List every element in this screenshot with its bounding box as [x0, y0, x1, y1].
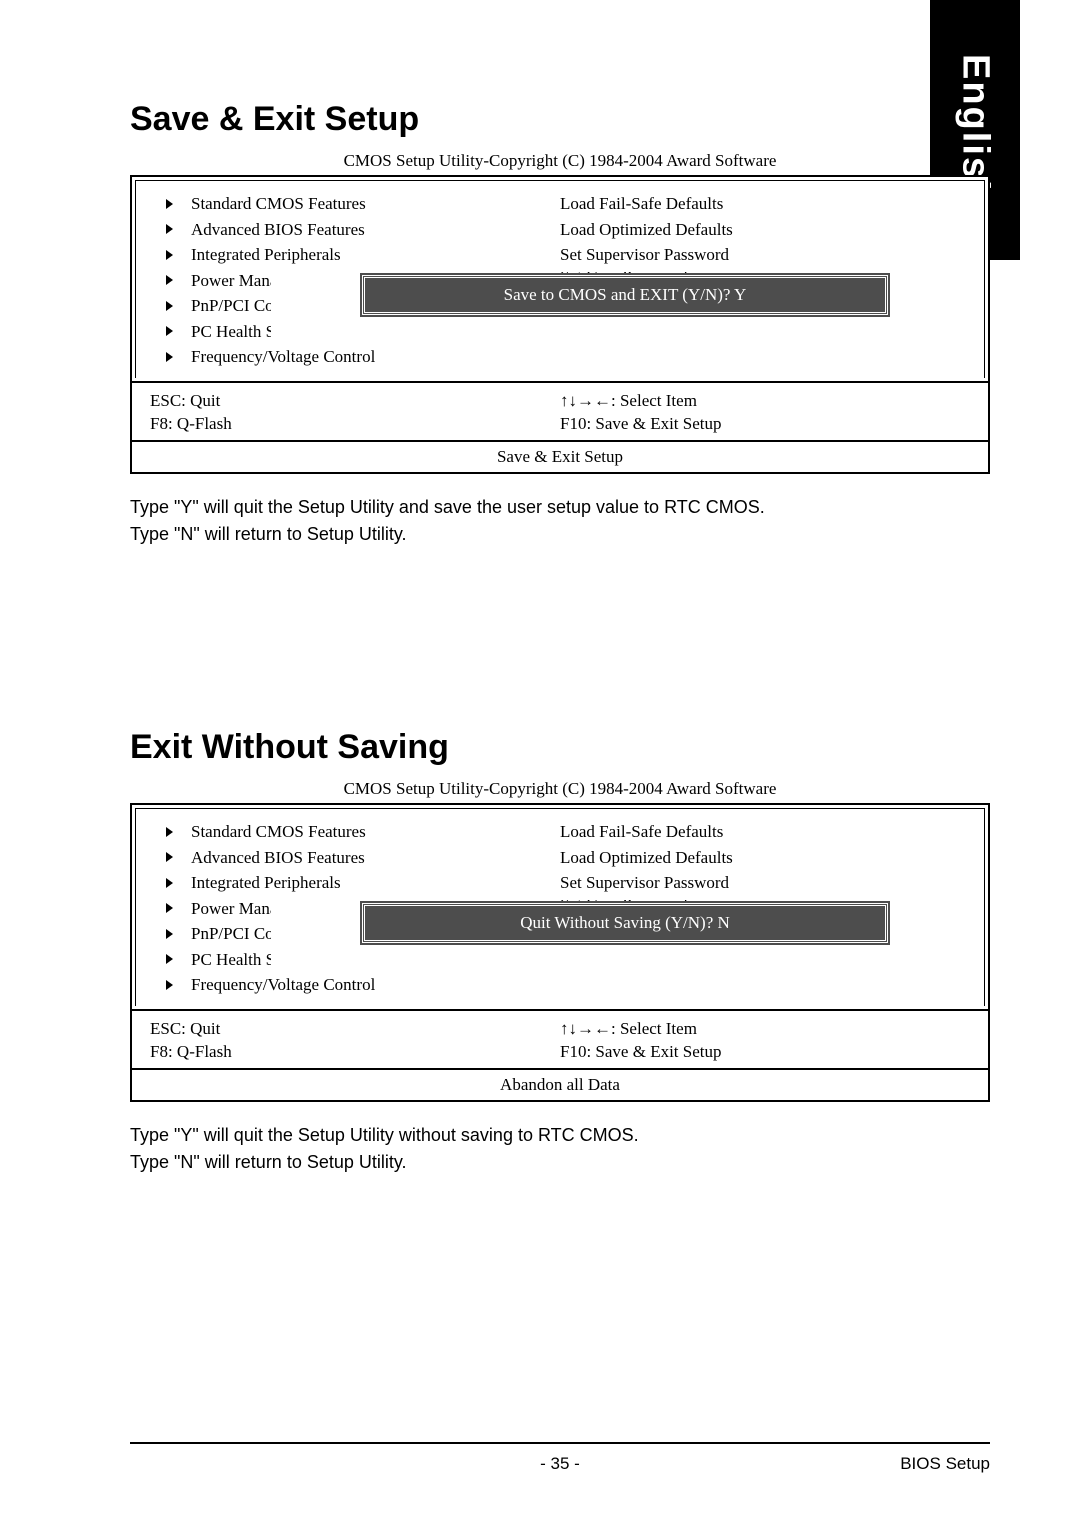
hint-esc: ESC: Quit [150, 1017, 560, 1041]
save-confirm-popup[interactable]: Save to CMOS and EXIT (Y/N)? Y [362, 275, 888, 315]
menu-item[interactable]: Frequency/Voltage Control [154, 972, 560, 998]
menu-item[interactable]: Set Supervisor Password [560, 870, 966, 896]
menu-label: Load Optimized Defaults [560, 845, 733, 871]
hint-esc: ESC: Quit [150, 389, 560, 413]
arrow-icon [166, 878, 173, 888]
hint-f8: F8: Q-Flash [150, 1040, 560, 1064]
arrow-icon [166, 250, 173, 260]
menu-label: Advanced BIOS Features [191, 845, 365, 871]
desc-line: Type "Y" will quit the Setup Utility and… [130, 494, 990, 521]
bios-caption: Abandon all Data [132, 1068, 988, 1100]
menu-label: PnP/PCI Configurations [191, 921, 271, 947]
menu-label: Standard CMOS Features [191, 819, 366, 845]
bios-title: CMOS Setup Utility-Copyright (C) 1984-20… [130, 779, 990, 799]
menu-item[interactable]: Frequency/Voltage Control [154, 344, 560, 370]
menu-item[interactable]: Standard CMOS Features [154, 191, 560, 217]
menu-item[interactable]: Standard CMOS Features [154, 819, 560, 845]
menu-label: Standard CMOS Features [191, 191, 366, 217]
menu-item[interactable]: Integrated Peripherals [154, 242, 560, 268]
menu-label: Set Supervisor Password [560, 242, 729, 268]
menu-label: Set Supervisor Password [560, 870, 729, 896]
menu-item[interactable]: Load Optimized Defaults [560, 217, 966, 243]
bios-caption: Save & Exit Setup [132, 440, 988, 472]
menu-item[interactable]: Load Optimized Defaults [560, 845, 966, 871]
menu-item[interactable]: Set Supervisor Password [560, 242, 966, 268]
menu-item[interactable]: PC Health Status [154, 319, 560, 345]
bios-box: Standard CMOS Features Advanced BIOS Fea… [130, 175, 990, 474]
hint-arrows: ↑↓→←: Select Item [560, 389, 970, 413]
arrow-icon [166, 827, 173, 837]
hint-f10: F10: Save & Exit Setup [560, 412, 970, 436]
menu-item[interactable]: Load Fail-Safe Defaults [560, 191, 966, 217]
menu-label: Load Optimized Defaults [560, 217, 733, 243]
desc-line: Type "N" will return to Setup Utility. [130, 1149, 990, 1176]
arrow-icon [166, 903, 173, 913]
quit-confirm-popup[interactable]: Quit Without Saving (Y/N)? N [362, 903, 888, 943]
menu-label: PC Health Status [191, 319, 271, 345]
menu-label: Power Management Setup [191, 896, 271, 922]
menu-label: Advanced BIOS Features [191, 217, 365, 243]
menu-item[interactable]: PC Health Status [154, 947, 560, 973]
menu-item[interactable]: Load Fail-Safe Defaults [560, 819, 966, 845]
arrow-icon [166, 199, 173, 209]
arrow-icon [166, 224, 173, 234]
arrow-icon [166, 852, 173, 862]
description: Type "Y" will quit the Setup Utility wit… [130, 1122, 990, 1176]
hint-f8: F8: Q-Flash [150, 412, 560, 436]
section-save-exit: Save & Exit Setup CMOS Setup Utility-Cop… [130, 100, 990, 548]
arrow-icon [166, 275, 173, 285]
arrow-icon [166, 301, 173, 311]
arrow-icon [166, 352, 173, 362]
page-footer: - 35 - BIOS Setup [130, 1442, 990, 1474]
menu-item[interactable]: Integrated Peripherals [154, 870, 560, 896]
arrow-icon [166, 326, 173, 336]
menu-label: Integrated Peripherals [191, 242, 341, 268]
description: Type "Y" will quit the Setup Utility and… [130, 494, 990, 548]
desc-line: Type "Y" will quit the Setup Utility wit… [130, 1122, 990, 1149]
menu-label: Frequency/Voltage Control [191, 972, 375, 998]
arrow-icon [166, 980, 173, 990]
menu-item[interactable]: Advanced BIOS Features [154, 845, 560, 871]
bios-box: Standard CMOS Features Advanced BIOS Fea… [130, 803, 990, 1102]
menu-label: PC Health Status [191, 947, 271, 973]
bios-title: CMOS Setup Utility-Copyright (C) 1984-20… [130, 151, 990, 171]
arrow-icon [166, 954, 173, 964]
hint-f10: F10: Save & Exit Setup [560, 1040, 970, 1064]
desc-line: Type "N" will return to Setup Utility. [130, 521, 990, 548]
menu-label: Power Management Setup [191, 268, 271, 294]
arrow-icon [166, 929, 173, 939]
hint-arrows: ↑↓→←: Select Item [560, 1017, 970, 1041]
bios-footer-hints: ESC: Quit F8: Q-Flash ↑↓→←: Select Item … [132, 383, 988, 441]
bios-footer-hints: ESC: Quit F8: Q-Flash ↑↓→←: Select Item … [132, 1011, 988, 1069]
footer-right: BIOS Setup [900, 1454, 990, 1474]
menu-label: Integrated Peripherals [191, 870, 341, 896]
menu-label: Load Fail-Safe Defaults [560, 191, 723, 217]
heading-exit-without-saving: Exit Without Saving [130, 728, 990, 767]
page-number: - 35 - [540, 1454, 580, 1474]
menu-label: Frequency/Voltage Control [191, 344, 375, 370]
heading-save-exit: Save & Exit Setup [130, 100, 990, 139]
menu-item[interactable]: Advanced BIOS Features [154, 217, 560, 243]
menu-label: PnP/PCI Configurations [191, 293, 271, 319]
page-content: Save & Exit Setup CMOS Setup Utility-Cop… [0, 0, 1080, 1256]
section-exit-without-saving: Exit Without Saving CMOS Setup Utility-C… [130, 728, 990, 1176]
menu-label: Load Fail-Safe Defaults [560, 819, 723, 845]
